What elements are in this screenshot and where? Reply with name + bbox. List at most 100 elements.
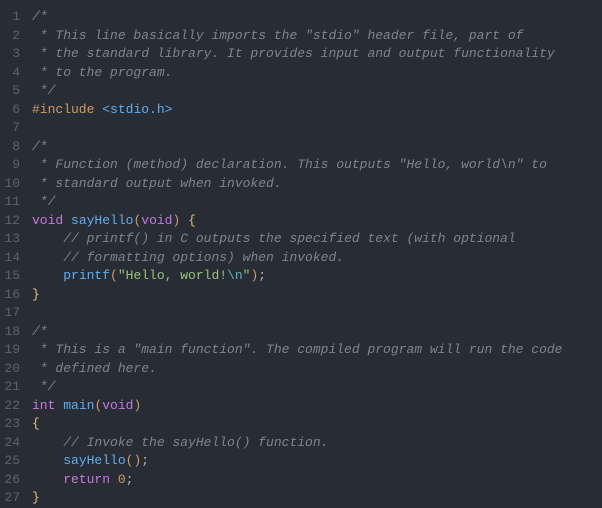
token: void bbox=[141, 213, 172, 228]
line-number-gutter: 1234567891011121314151617181920212223242… bbox=[0, 8, 32, 508]
code-line: /* bbox=[32, 8, 602, 27]
token: // Invoke the sayHello() function. bbox=[63, 435, 328, 450]
code-line: /* bbox=[32, 138, 602, 157]
token: sayHello bbox=[63, 453, 125, 468]
line-number: 3 bbox=[0, 45, 20, 64]
line-number: 14 bbox=[0, 249, 20, 268]
line-number: 7 bbox=[0, 119, 20, 138]
token: /* bbox=[32, 324, 48, 339]
token: * to the program. bbox=[32, 65, 172, 80]
token: * This is a "main function". The compile… bbox=[32, 342, 563, 357]
line-number: 23 bbox=[0, 415, 20, 434]
line-number: 4 bbox=[0, 64, 20, 83]
code-line: printf("Hello, world!\n"); bbox=[32, 267, 602, 286]
token: /* bbox=[32, 139, 48, 154]
code-editor: 1234567891011121314151617181920212223242… bbox=[0, 8, 602, 508]
code-line: /* bbox=[32, 323, 602, 342]
token: } bbox=[32, 490, 40, 505]
token: { bbox=[188, 213, 196, 228]
line-number: 10 bbox=[0, 175, 20, 194]
token: void bbox=[32, 213, 63, 228]
code-line: */ bbox=[32, 193, 602, 212]
token: main bbox=[63, 398, 94, 413]
token: ) bbox=[133, 398, 141, 413]
token: */ bbox=[32, 194, 55, 209]
code-line: { bbox=[32, 415, 602, 434]
line-number: 25 bbox=[0, 452, 20, 471]
code-line: // Invoke the sayHello() function. bbox=[32, 434, 602, 453]
line-number: 26 bbox=[0, 471, 20, 490]
token: ; bbox=[141, 453, 149, 468]
token: void bbox=[102, 398, 133, 413]
token: () bbox=[126, 453, 142, 468]
line-number: 22 bbox=[0, 397, 20, 416]
token: */ bbox=[32, 379, 55, 394]
code-line: int main(void) bbox=[32, 397, 602, 416]
code-line: // formatting options) when invoked. bbox=[32, 249, 602, 268]
token: printf bbox=[63, 268, 110, 283]
token bbox=[32, 472, 63, 487]
line-number: 19 bbox=[0, 341, 20, 360]
line-number: 11 bbox=[0, 193, 20, 212]
code-line: * This is a "main function". The compile… bbox=[32, 341, 602, 360]
token: ; bbox=[126, 472, 134, 487]
line-number: 21 bbox=[0, 378, 20, 397]
code-line: */ bbox=[32, 82, 602, 101]
code-line: } bbox=[32, 489, 602, 508]
token: int bbox=[32, 398, 55, 413]
line-number: 13 bbox=[0, 230, 20, 249]
token: * Function (method) declaration. This ou… bbox=[32, 157, 547, 172]
token: { bbox=[32, 416, 40, 431]
code-line: * This line basically imports the "stdio… bbox=[32, 27, 602, 46]
token: * the standard library. It provides inpu… bbox=[32, 46, 555, 61]
token: // formatting options) when invoked. bbox=[63, 250, 344, 265]
token: * defined here. bbox=[32, 361, 157, 376]
code-line: * to the program. bbox=[32, 64, 602, 83]
code-line: } bbox=[32, 286, 602, 305]
line-number: 16 bbox=[0, 286, 20, 305]
code-line: * standard output when invoked. bbox=[32, 175, 602, 194]
token: ( bbox=[110, 268, 118, 283]
code-line: * Function (method) declaration. This ou… bbox=[32, 156, 602, 175]
line-number: 6 bbox=[0, 101, 20, 120]
code-line: void sayHello(void) { bbox=[32, 212, 602, 231]
line-number: 18 bbox=[0, 323, 20, 342]
code-line: */ bbox=[32, 378, 602, 397]
token: "Hello, world! bbox=[118, 268, 227, 283]
token bbox=[32, 435, 63, 450]
code-line: // printf() in C outputs the specified t… bbox=[32, 230, 602, 249]
line-number: 12 bbox=[0, 212, 20, 231]
code-line: * the standard library. It provides inpu… bbox=[32, 45, 602, 64]
code-line bbox=[32, 119, 602, 138]
token bbox=[63, 213, 71, 228]
token: sayHello bbox=[71, 213, 133, 228]
line-number: 17 bbox=[0, 304, 20, 323]
code-line bbox=[32, 304, 602, 323]
token: * standard output when invoked. bbox=[32, 176, 282, 191]
token: */ bbox=[32, 83, 55, 98]
token bbox=[110, 472, 118, 487]
token: <stdio.h> bbox=[102, 102, 172, 117]
line-number: 9 bbox=[0, 156, 20, 175]
line-number: 8 bbox=[0, 138, 20, 157]
token: * This line basically imports the "stdio… bbox=[32, 28, 523, 43]
line-number: 27 bbox=[0, 489, 20, 508]
token: ; bbox=[258, 268, 266, 283]
token bbox=[32, 268, 63, 283]
line-number: 2 bbox=[0, 27, 20, 46]
token: 0 bbox=[118, 472, 126, 487]
token: } bbox=[32, 287, 40, 302]
token: /* bbox=[32, 9, 48, 24]
token: \n bbox=[227, 268, 243, 283]
code-line: * defined here. bbox=[32, 360, 602, 379]
code-line: sayHello(); bbox=[32, 452, 602, 471]
token bbox=[32, 250, 63, 265]
token: // printf() in C outputs the specified t… bbox=[63, 231, 515, 246]
line-number: 5 bbox=[0, 82, 20, 101]
line-number: 15 bbox=[0, 267, 20, 286]
code-area: /* * This line basically imports the "st… bbox=[32, 8, 602, 508]
token bbox=[180, 213, 188, 228]
token bbox=[32, 453, 63, 468]
code-line: return 0; bbox=[32, 471, 602, 490]
line-number: 20 bbox=[0, 360, 20, 379]
